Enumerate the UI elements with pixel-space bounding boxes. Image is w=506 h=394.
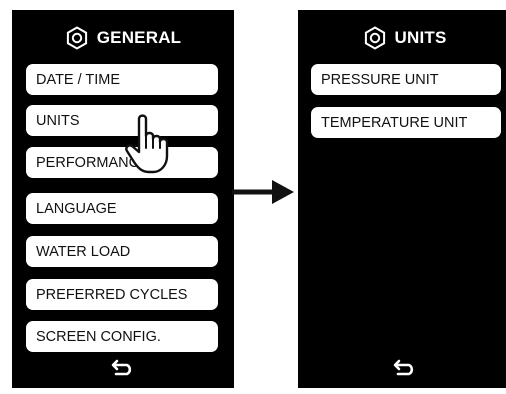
menu-item-pressure-unit[interactable]: PRESSURE UNIT	[311, 64, 501, 95]
menu-item-water-load[interactable]: WATER LOAD	[26, 236, 218, 267]
menu-item-label: WATER LOAD	[36, 243, 131, 260]
hand-pointer-icon	[125, 114, 169, 174]
menu-item-preferred-cycles[interactable]: PREFERRED CYCLES	[26, 279, 218, 310]
menu-item-language[interactable]: LANGUAGE	[26, 193, 218, 224]
back-arrow-icon[interactable]	[110, 358, 136, 376]
illustration: GENERAL DATE / TIME UNITS PERFORMANCE LA…	[0, 0, 506, 394]
menu-item-label: LANGUAGE	[36, 200, 117, 217]
general-menu-screen: GENERAL DATE / TIME UNITS PERFORMANCE LA…	[12, 10, 234, 388]
menu-item-label: SCREEN CONFIG.	[36, 328, 161, 345]
menu-item-label: DATE / TIME	[36, 71, 121, 88]
page-title: GENERAL	[96, 28, 182, 47]
screen-header: UNITS	[298, 23, 506, 53]
back-arrow-icon[interactable]	[392, 358, 418, 376]
menu-item-label: UNITS	[36, 112, 80, 129]
menu-item-date-time[interactable]: DATE / TIME	[26, 64, 218, 95]
menu-item-performance[interactable]: PERFORMANCE	[26, 147, 218, 178]
menu-item-temperature-unit[interactable]: TEMPERATURE UNIT	[311, 107, 501, 138]
menu-item-label: PRESSURE UNIT	[321, 71, 439, 88]
transition-arrow-icon	[232, 180, 294, 204]
screen-header: GENERAL	[12, 23, 234, 53]
gear-icon	[364, 26, 385, 50]
units-menu-screen: UNITS PRESSURE UNIT TEMPERATURE UNIT	[298, 10, 506, 388]
menu-item-label: PREFERRED CYCLES	[36, 286, 188, 303]
menu-item-units[interactable]: UNITS	[26, 105, 218, 136]
gear-icon	[66, 26, 87, 50]
menu-item-screen-config[interactable]: SCREEN CONFIG.	[26, 321, 218, 352]
menu-item-label: TEMPERATURE UNIT	[321, 114, 468, 131]
page-title: UNITS	[394, 28, 447, 47]
